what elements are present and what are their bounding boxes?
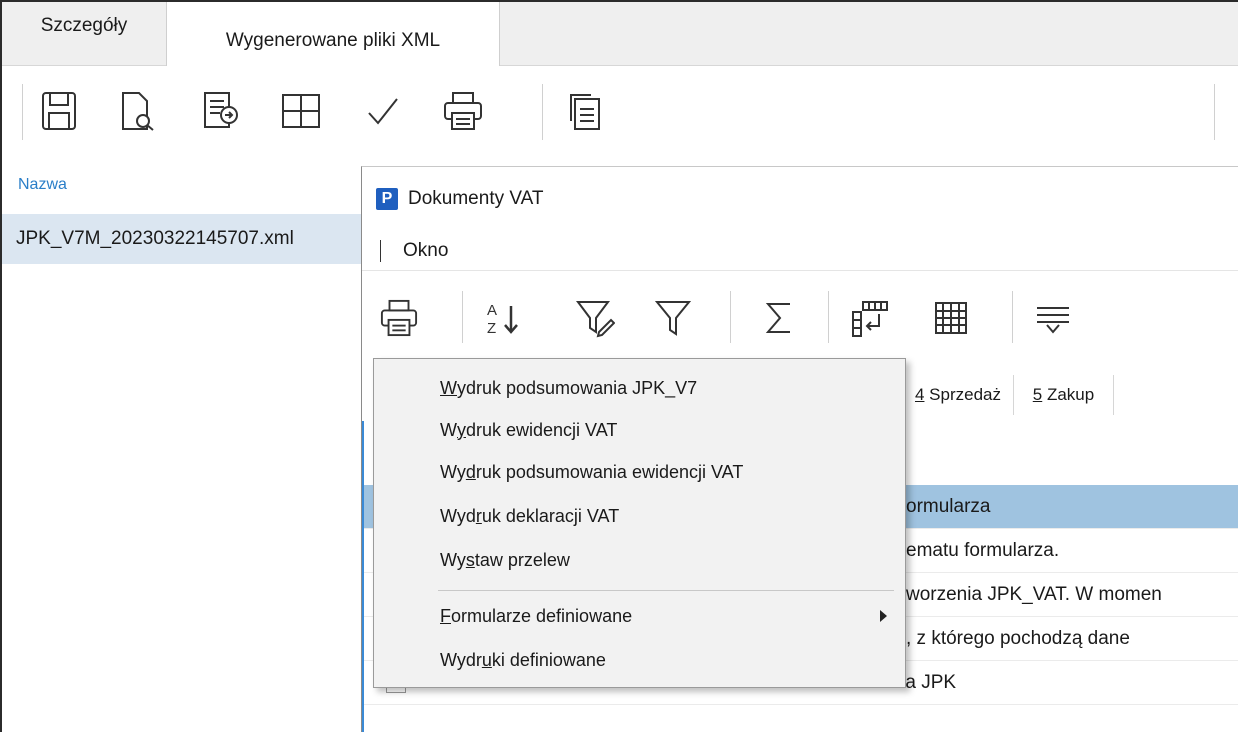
printer-icon[interactable] (376, 293, 422, 343)
print-dropdown-menu: Wydruk podsumowania JPK_V7 Wy druk ewiden… (373, 358, 906, 688)
tab-sales[interactable]: 4 Sprzedaż (902, 375, 1014, 415)
export-icon[interactable] (198, 86, 244, 136)
row-description: , z którego pochodzą dane (906, 627, 1130, 649)
app-logo-icon: P (376, 188, 398, 210)
menu-item-jpk-summary-print[interactable]: Wydruk podsumowania JPK_V7 (374, 369, 905, 407)
column-header-name[interactable]: Nazwa (18, 176, 67, 194)
column-layout-icon[interactable] (846, 293, 892, 343)
grid-icon[interactable] (278, 86, 324, 136)
menu-item-issue-transfer[interactable]: Wy s taw przelew (374, 541, 905, 579)
tab-generated-xml[interactable]: Wygenerowane pliki XML (166, 2, 500, 66)
grouping-icon[interactable] (1030, 293, 1076, 343)
sort-az-icon[interactable]: AZ (480, 293, 526, 343)
vat-toolbar: AZ (362, 271, 1238, 363)
tab-sales-key: 4 Sprzedaż (914, 385, 1001, 404)
svg-text:Z: Z (487, 320, 496, 337)
checkmark-icon[interactable] (360, 86, 406, 136)
submenu-arrow-icon (880, 610, 887, 622)
printer-icon[interactable] (440, 86, 486, 136)
menu-item-defined-prints[interactable]: Wydr u ki definiowane (374, 641, 905, 679)
copy-document-icon[interactable] (562, 86, 608, 136)
menu-item-vat-register-print[interactable]: Wy druk ewidencji VAT (374, 411, 905, 449)
tab-purchase[interactable]: 5 Zakup (1014, 375, 1114, 415)
menu-item-window[interactable]: Okno (403, 240, 448, 262)
menu-divider (380, 239, 381, 262)
menu-separator (438, 590, 894, 591)
window-title: Dokumenty VAT (408, 188, 544, 209)
sum-icon[interactable] (756, 293, 802, 343)
tab-details[interactable]: Szczegóły (2, 2, 166, 50)
table-icon[interactable] (928, 293, 974, 343)
tab-purchase-key: 5 Zakup (1032, 385, 1095, 404)
list-item[interactable]: JPK_V7M_20230322145707.xml (2, 214, 364, 264)
main-toolbar (2, 66, 1238, 158)
save-icon[interactable] (36, 86, 82, 136)
row-description: ematu formularza. (906, 539, 1060, 561)
window-title-bar: P Dokumenty VAT (362, 167, 1238, 231)
filter-icon[interactable] (650, 293, 696, 343)
menu-item-defined-forms[interactable]: Formularze definiowane (374, 597, 905, 635)
menu-item-vat-declaration-print[interactable]: Wyd r uk deklaracji VAT (374, 497, 905, 535)
svg-text:A: A (487, 302, 497, 319)
row-description: worzenia JPK_VAT. W momen (906, 583, 1162, 605)
filter-edit-icon[interactable] (572, 293, 618, 343)
menu-bar: Okno (362, 231, 1238, 271)
row-description: ormularza (906, 495, 991, 517)
preview-icon[interactable] (114, 86, 160, 136)
tab-bar: Szczegóły Wygenerowane pliki XML (2, 2, 1238, 66)
menu-item-vat-register-summary-print[interactable]: Wy d ruk podsumowania ewidencji VAT (374, 453, 905, 491)
file-name: JPK_V7M_20230322145707.xml (16, 228, 294, 249)
